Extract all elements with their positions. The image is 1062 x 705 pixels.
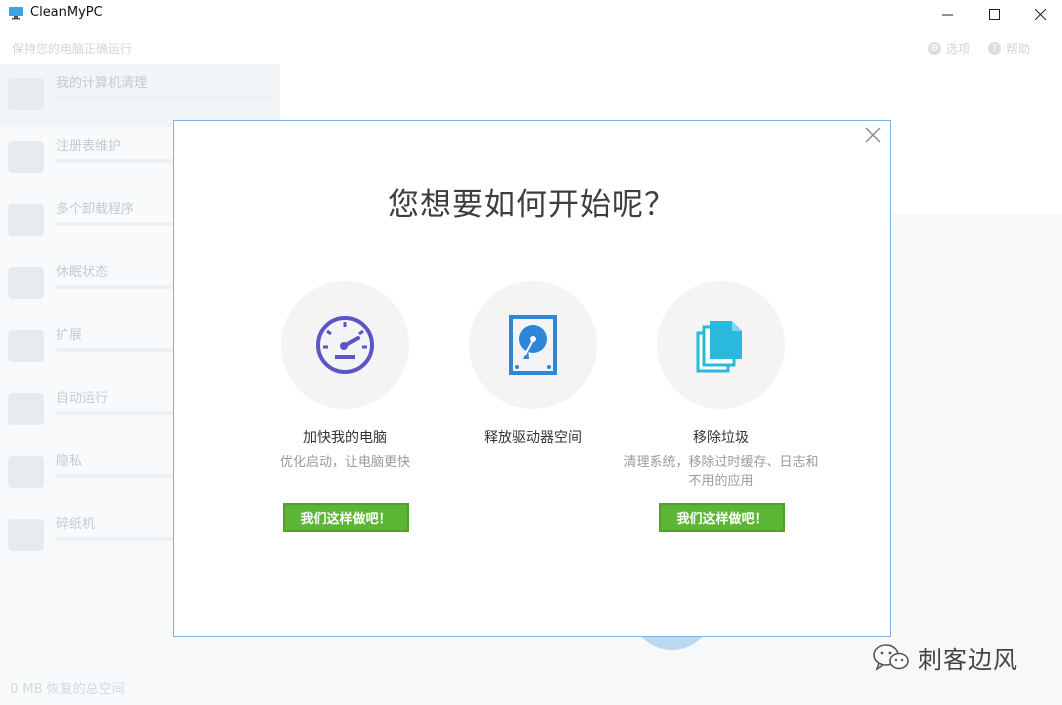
paper-plane-icon: [8, 393, 44, 425]
sidebar-item-label: 注册表维护: [56, 139, 122, 154]
minimize-icon: [941, 14, 953, 15]
gear-icon: ⚙: [928, 42, 941, 55]
option-description: 优化启动，让电脑更快: [279, 455, 410, 470]
monitor-sleep-icon: [8, 267, 44, 299]
sidebar-item-label: 碎纸机: [56, 517, 96, 532]
hard-drive-icon: [509, 315, 557, 375]
option-icon-circle[interactable]: [281, 281, 409, 409]
app-subtitle: 保持您的电脑正确运行: [12, 42, 133, 56]
sidebar-item-label: 休眠状态: [56, 265, 109, 280]
help-link[interactable]: ? 帮助: [988, 40, 1030, 57]
watermark: 刺客边风: [872, 640, 1018, 675]
option-icon-circle[interactable]: [469, 281, 597, 409]
close-icon: [1034, 8, 1046, 20]
sidebar-item-label: 自动运行: [56, 391, 109, 406]
watermark-text: 刺客边风: [918, 646, 1018, 674]
title-bar: CleanMyPC: [0, 0, 1062, 28]
wechat-icon: [873, 643, 909, 671]
space-recovered-footer: 0 MB 恢复的总空间: [10, 682, 125, 697]
close-window-button[interactable]: [1017, 0, 1062, 28]
box-icon: [8, 204, 44, 236]
speed-up-button[interactable]: 我们这样做吧！: [283, 503, 409, 532]
help-icon: ?: [988, 42, 1002, 55]
sidebar-item-label: 多个卸载程序: [56, 202, 135, 217]
option-title: 移除垃圾: [693, 430, 749, 446]
option-icon-circle[interactable]: [657, 281, 785, 409]
option-remove-junk: 移除垃圾 清理系统，移除过时缓存、日志和不用的应用: [606, 281, 836, 491]
remove-junk-button[interactable]: 我们这样做吧！: [659, 503, 785, 532]
minimize-button[interactable]: [924, 0, 970, 28]
app-title: CleanMyPC: [30, 5, 103, 20]
shield-icon: [8, 456, 44, 488]
options-link-label: 选项: [946, 42, 971, 56]
maximize-icon: [988, 8, 1000, 20]
close-dialog-icon[interactable]: [864, 126, 882, 144]
monitor-icon: [8, 78, 44, 110]
dialog-heading: 您想要如何开始呢？: [388, 187, 676, 223]
app-icon: [9, 7, 23, 20]
sidebar-item-label: 我的计算机清理: [56, 76, 148, 91]
maximize-button[interactable]: [971, 0, 1017, 28]
header-links: ⚙ 选项 ? 帮助: [928, 40, 1030, 57]
sidebar-item-label: 隐私: [56, 454, 83, 469]
shredder-icon: [8, 519, 44, 551]
start-dialog: 您想要如何开始呢？ 加快我的电脑 优化启动，让电脑更快 释放驱动器空间 移除垃圾…: [173, 120, 891, 637]
registry-cubes-icon: [8, 141, 44, 173]
sidebar-item-cleanup[interactable]: 我的计算机清理: [0, 64, 280, 127]
help-link-label: 帮助: [1006, 42, 1031, 56]
sidebar-item-bar: [56, 96, 270, 100]
options-link[interactable]: ⚙ 选项: [928, 40, 970, 57]
puzzle-icon: [8, 330, 44, 362]
sidebar-item-label: 扩展: [56, 328, 83, 343]
speedometer-icon: [316, 316, 374, 374]
option-description: 清理系统，移除过时缓存、日志和不用的应用: [623, 455, 819, 489]
documents-icon: [696, 321, 742, 373]
